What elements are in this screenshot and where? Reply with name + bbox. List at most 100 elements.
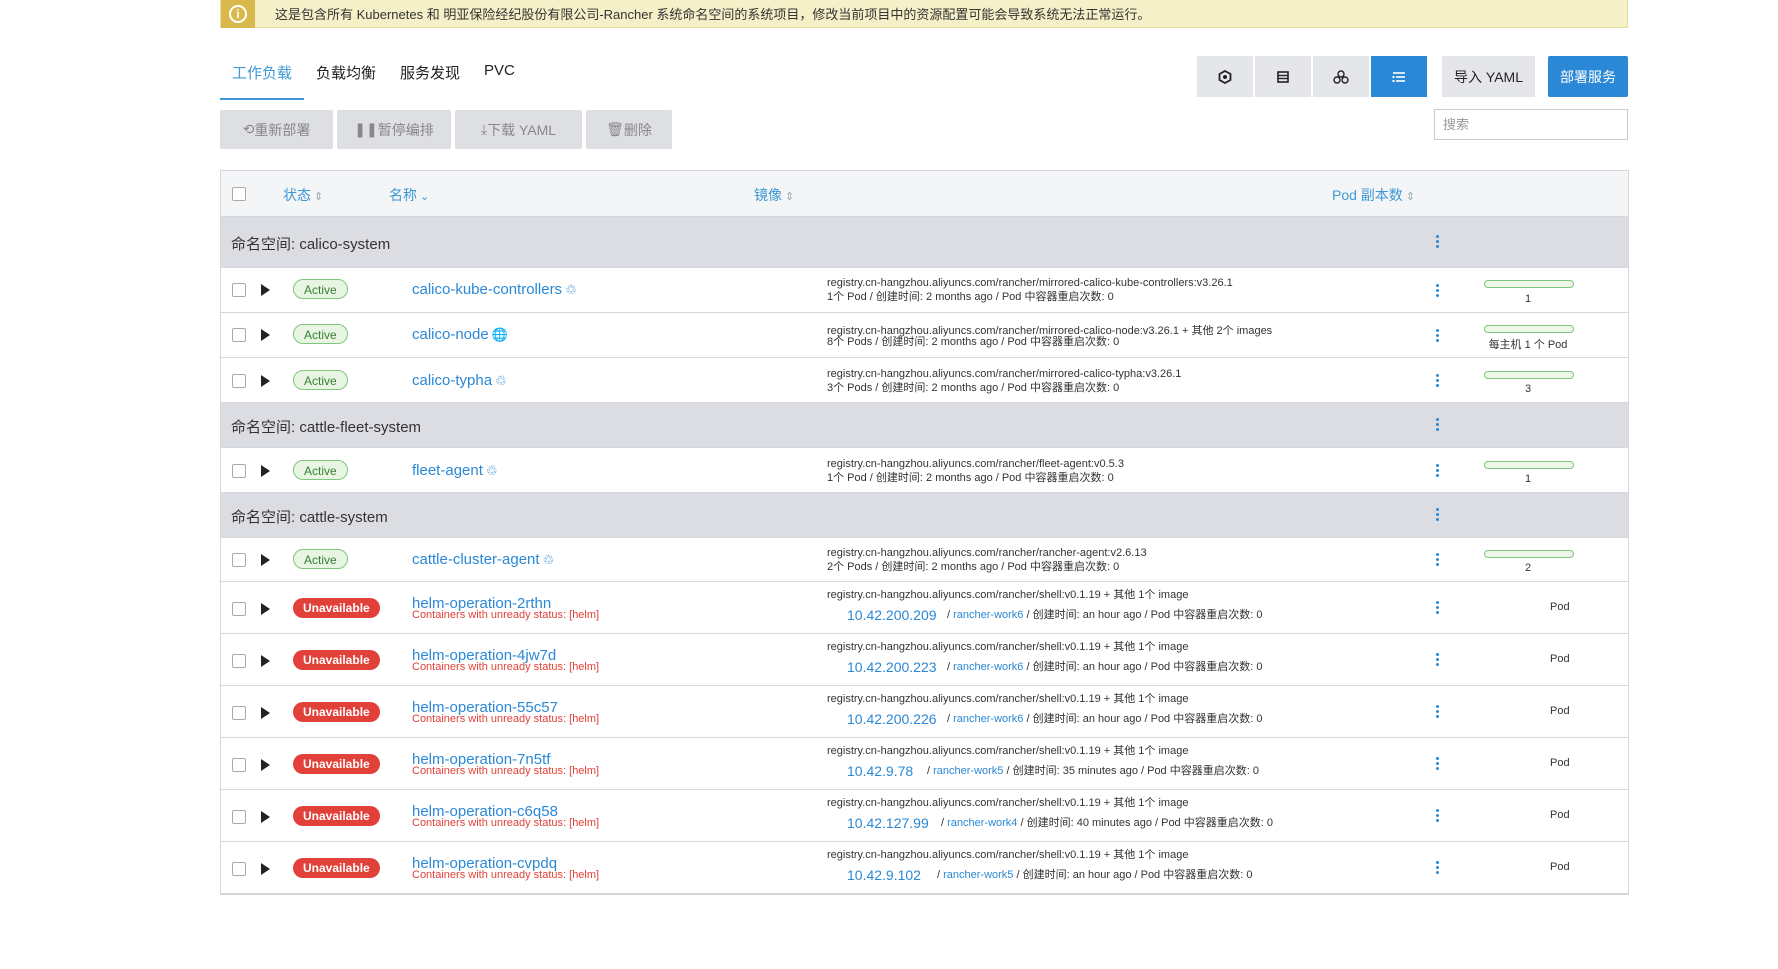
status-badge: Active	[293, 549, 348, 569]
workload-name: calico-typha	[412, 372, 493, 389]
tab-pvc[interactable]: PVC	[472, 48, 527, 100]
expand-caret-icon[interactable]	[261, 329, 270, 341]
row-checkbox[interactable]	[232, 654, 246, 668]
more-vertical-icon[interactable]	[1435, 553, 1439, 566]
more-vertical-icon[interactable]	[1435, 705, 1439, 718]
header-image[interactable]: 镜像 ⇕	[754, 185, 794, 205]
pod-label: Pod	[1550, 861, 1570, 873]
sort-icon: ⇕	[785, 191, 795, 203]
more-vertical-icon[interactable]	[1435, 861, 1439, 874]
more-vertical-icon[interactable]	[1435, 418, 1439, 431]
more-vertical-icon[interactable]	[1435, 653, 1439, 666]
more-vertical-icon[interactable]	[1435, 374, 1439, 387]
expand-caret-icon[interactable]	[261, 375, 270, 387]
pod-ip-link[interactable]: 10.42.9.78	[847, 763, 913, 779]
info-circle-icon: i	[221, 0, 255, 28]
redeploy-label: 重新部署	[254, 121, 311, 138]
select-all-checkbox[interactable]	[232, 187, 246, 201]
expand-caret-icon[interactable]	[261, 554, 270, 566]
row-checkbox[interactable]	[232, 706, 246, 720]
more-vertical-icon[interactable]	[1435, 235, 1439, 248]
row-checkbox[interactable]	[232, 328, 246, 342]
pod-detail: 3个 Pods / 创建时间: 2 months ago / Pod 中容器重启…	[827, 382, 1120, 394]
more-vertical-icon[interactable]	[1435, 464, 1439, 477]
pod-count: 每主机 1 个 Pod	[1488, 339, 1568, 351]
view-node-icon[interactable]	[1197, 56, 1253, 97]
expand-caret-icon[interactable]	[261, 655, 270, 667]
redeploy-button[interactable]: ⟲ 重新部署	[220, 110, 333, 149]
pause-button[interactable]: ❚❚ 暂停编排	[337, 110, 451, 149]
table-row: Active calico-typha ♲ registry.cn-hangzho…	[221, 358, 1628, 403]
table-row: Unavailable helm-operation-cvpdq Contain…	[221, 842, 1628, 894]
view-list-icon[interactable]	[1255, 56, 1311, 97]
node-link[interactable]: rancher-work4	[947, 817, 1017, 829]
workload-link[interactable]: calico-kube-controllers ♲	[412, 281, 577, 298]
view-namespace-group-icon[interactable]	[1371, 56, 1427, 97]
expand-caret-icon[interactable]	[261, 707, 270, 719]
workload-name: calico-kube-controllers	[412, 281, 563, 298]
row-checkbox[interactable]	[232, 553, 246, 567]
row-checkbox[interactable]	[232, 602, 246, 616]
download-label: 下载 YAML	[487, 121, 557, 138]
node-link[interactable]: rancher-work6	[953, 661, 1023, 673]
row-checkbox[interactable]	[232, 283, 246, 297]
workload-link[interactable]: calico-typha ♲	[412, 372, 507, 389]
pod-label: Pod	[1550, 705, 1570, 717]
table-row: Unavailable helm-operation-c6q58 Contain…	[221, 790, 1628, 842]
header-state[interactable]: 状态 ⇕	[283, 185, 323, 205]
workload-link[interactable]: calico-node 🌐	[412, 326, 508, 343]
pod-ip-link[interactable]: 10.42.127.99	[847, 815, 929, 831]
node-link[interactable]: rancher-work6	[953, 609, 1023, 621]
workload-link[interactable]: cattle-cluster-agent ♲	[412, 551, 554, 568]
tab-load-balancing[interactable]: 负载均衡	[304, 48, 388, 100]
row-checkbox[interactable]	[232, 374, 246, 388]
deploy-service-button[interactable]: 部署服务	[1548, 56, 1628, 97]
pod-ip-link[interactable]: 10.42.9.102	[847, 867, 921, 883]
more-vertical-icon[interactable]	[1435, 508, 1439, 521]
unready-status-text: Containers with unready status: [helm]	[412, 661, 600, 673]
tab-workloads[interactable]: 工作负载	[220, 48, 305, 100]
search-input[interactable]	[1434, 109, 1628, 140]
row-checkbox[interactable]	[232, 464, 246, 478]
status-badge: Unavailable	[293, 702, 380, 722]
more-vertical-icon[interactable]	[1435, 809, 1439, 822]
row-checkbox[interactable]	[232, 862, 246, 876]
more-vertical-icon[interactable]	[1435, 329, 1439, 342]
pod-ip-link[interactable]: 10.42.200.226	[847, 711, 937, 727]
pod-detail: 8个 Pods / 创建时间: 2 months ago / Pod 中容器重启…	[827, 336, 1120, 348]
expand-caret-icon[interactable]	[261, 863, 270, 875]
expand-caret-icon[interactable]	[261, 603, 270, 615]
row-checkbox[interactable]	[232, 758, 246, 772]
delete-button[interactable]: 🗑 删除	[586, 110, 672, 149]
node-link[interactable]: rancher-work6	[953, 713, 1023, 725]
banner-text: 这是包含所有 Kubernetes 和 明亚保险经纪股份有限公司-Rancher…	[275, 7, 1151, 22]
pod-ip-link[interactable]: 10.42.200.223	[847, 659, 937, 675]
expand-caret-icon[interactable]	[261, 811, 270, 823]
expand-caret-icon[interactable]	[261, 284, 270, 296]
table-row: Unavailable helm-operation-4jw7d Contain…	[221, 634, 1628, 686]
node-link[interactable]: rancher-work5	[933, 765, 1003, 777]
import-yaml-button[interactable]: 导入 YAML	[1442, 56, 1535, 97]
header-pods[interactable]: Pod 副本数 ⇕	[1332, 185, 1415, 205]
pod-ip-link[interactable]: 10.42.200.209	[847, 607, 937, 623]
pod-node-info: / rancher-work6 / 创建时间: an hour ago / Po…	[947, 710, 1262, 726]
more-vertical-icon[interactable]	[1435, 757, 1439, 770]
workload-link[interactable]: fleet-agent ♲	[412, 462, 498, 479]
node-link[interactable]: rancher-work5	[943, 869, 1013, 881]
redo-icon: ⟲	[242, 121, 255, 137]
more-vertical-icon[interactable]	[1435, 601, 1439, 614]
view-workload-group-icon[interactable]	[1313, 56, 1369, 97]
unready-status-text: Containers with unready status: [helm]	[412, 765, 600, 777]
expand-caret-icon[interactable]	[261, 759, 270, 771]
row-checkbox[interactable]	[232, 810, 246, 824]
image-text: registry.cn-hangzhou.aliyuncs.com/ranche…	[827, 641, 1189, 653]
expand-caret-icon[interactable]	[261, 465, 270, 477]
more-vertical-icon[interactable]	[1435, 284, 1439, 297]
download-yaml-button[interactable]: ⤓ 下载 YAML	[455, 110, 582, 149]
header-name[interactable]: 名称 ⌄	[389, 185, 429, 205]
sort-desc-icon: ⌄	[420, 191, 430, 203]
image-text: registry.cn-hangzhou.aliyuncs.com/ranche…	[827, 589, 1189, 601]
pod-node-info: / rancher-work5 / 创建时间: an hour ago / Po…	[937, 866, 1252, 882]
pod-detail: / 创建时间: an hour ago / Pod 中容器重启次数: 0	[1023, 661, 1263, 673]
tab-service-discovery[interactable]: 服务发现	[388, 48, 472, 100]
